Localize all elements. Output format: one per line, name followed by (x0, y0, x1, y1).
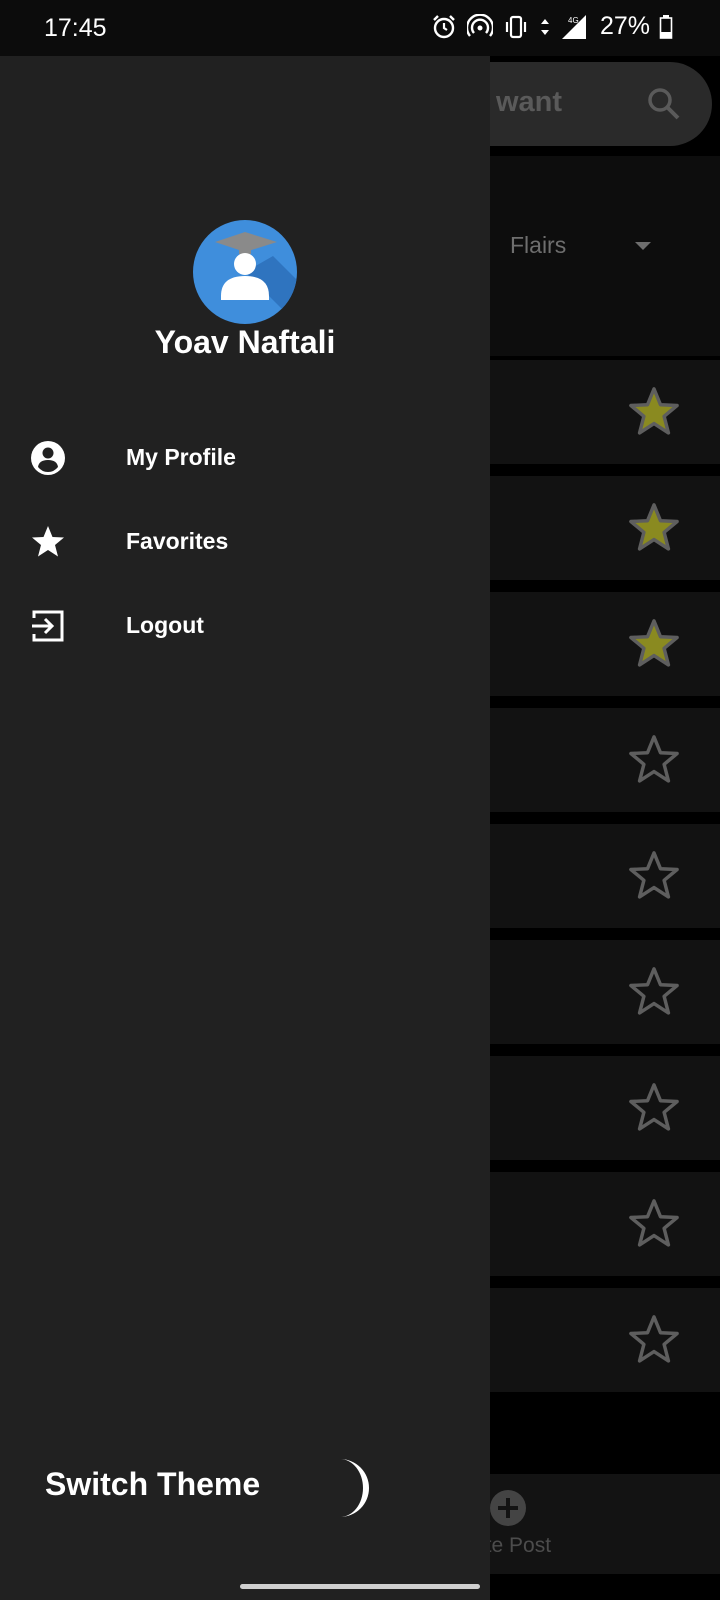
favorite-star-icon[interactable] (628, 1198, 680, 1250)
data-arrows-icon (538, 13, 552, 41)
status-bar: 17:45 4G 27% (0, 0, 720, 56)
menu-item-my-profile[interactable]: My Profile (0, 416, 490, 500)
logout-icon (30, 608, 66, 644)
favorite-star-icon[interactable] (628, 734, 680, 786)
favorite-star-icon[interactable] (628, 1314, 680, 1366)
svg-text:4G: 4G (568, 16, 579, 25)
menu-item-label: My Profile (126, 444, 236, 470)
search-icon[interactable] (646, 86, 682, 122)
vibrate-icon (502, 13, 530, 41)
navigation-drawer: Yoav Naftali My Profile Favorites Logout… (0, 56, 490, 1600)
favorite-star-icon[interactable] (628, 850, 680, 902)
search-input-text[interactable]: want (496, 86, 562, 119)
hotspot-icon (466, 13, 494, 41)
flairs-filter[interactable]: Flairs (510, 232, 566, 259)
favorite-star-icon[interactable] (628, 618, 680, 670)
favorite-star-icon[interactable] (628, 386, 680, 438)
status-time: 17:45 (44, 14, 107, 42)
menu-item-favorites[interactable]: Favorites (0, 500, 490, 584)
battery-icon (658, 13, 674, 41)
drawer-menu: My Profile Favorites Logout (0, 416, 490, 668)
chevron-down-icon[interactable] (635, 242, 651, 250)
menu-item-label: Favorites (126, 528, 229, 554)
menu-item-logout[interactable]: Logout (0, 584, 490, 668)
favorite-star-icon[interactable] (628, 1082, 680, 1134)
alarm-icon (430, 13, 458, 41)
home-indicator[interactable] (240, 1584, 480, 1589)
menu-item-label: Logout (126, 612, 204, 638)
star-icon (30, 524, 66, 560)
account-circle-icon (30, 440, 66, 476)
add-icon[interactable] (490, 1490, 526, 1526)
battery-percentage: 27% (599, 12, 650, 40)
avatar (193, 220, 297, 324)
status-icons: 4G 27% (430, 12, 674, 41)
moon-icon[interactable] (330, 1456, 374, 1520)
favorite-star-icon[interactable] (628, 966, 680, 1018)
user-name: Yoav Naftali (154, 324, 336, 360)
signal-icon: 4G (560, 13, 590, 41)
favorite-star-icon[interactable] (628, 502, 680, 554)
switch-theme-label[interactable]: Switch Theme (45, 1466, 260, 1503)
